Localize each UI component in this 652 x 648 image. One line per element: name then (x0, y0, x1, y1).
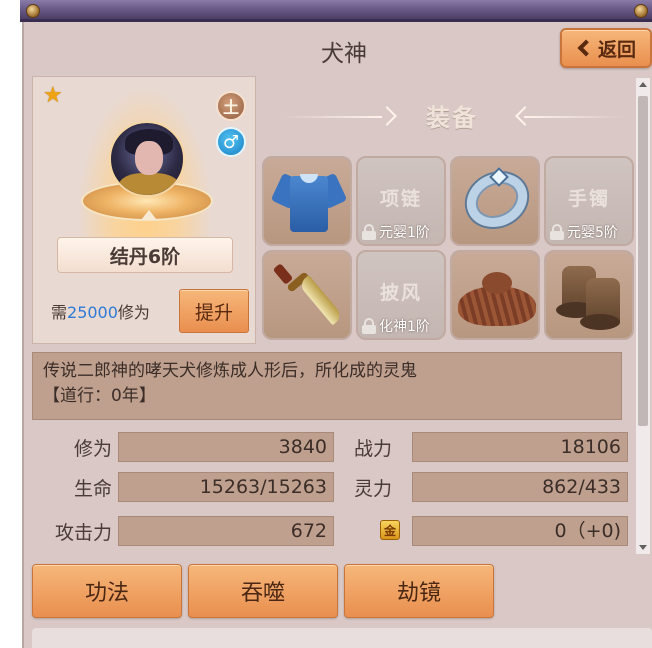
bracelet-placeholder: 手镯 (567, 188, 610, 210)
equip-slot-ring[interactable] (450, 156, 540, 246)
equip-slot-boots[interactable] (544, 250, 634, 340)
power-label: 战力 (354, 438, 393, 460)
spirit-value: 862/433 (412, 472, 628, 502)
lock-icon (362, 318, 376, 334)
spirit-label: 灵力 (354, 478, 393, 500)
upgrade-cost-text: 需25000修为 (51, 303, 150, 322)
back-button[interactable]: 返回 (560, 28, 652, 68)
equipment-title: 装备 (426, 104, 478, 132)
upgrade-row: 需25000修为 提升 (33, 289, 257, 333)
power-value: 18106 (412, 432, 628, 462)
equipment-grid: 项链 元婴1阶 手镯 元婴5阶 披风 化神1阶 (262, 156, 634, 344)
stat-row: 战力 18106 (32, 432, 632, 462)
star-icon: ★ (43, 83, 63, 108)
rod-end-left (26, 4, 40, 18)
boots-icon (552, 262, 630, 332)
lock-requirement: 元婴1阶 (362, 222, 430, 242)
shirt-icon (270, 170, 348, 234)
scroll-thumb[interactable] (638, 96, 648, 426)
necklace-placeholder: 项链 (379, 188, 422, 210)
pedestal-tip (141, 210, 157, 220)
chevron-left-icon (577, 39, 595, 57)
daoxing-text: 【道行：0年】 (43, 386, 156, 406)
lock-requirement: 元婴5阶 (550, 222, 618, 242)
scroll-up-icon[interactable] (639, 82, 647, 87)
technique-button[interactable]: 功法 (32, 564, 182, 618)
arrow-right-icon (377, 106, 397, 126)
equip-slot-shirt[interactable] (262, 156, 352, 246)
devour-button[interactable]: 吞噬 (188, 564, 338, 618)
gold-icon: 金 (380, 520, 400, 540)
equip-slot-bracelet[interactable]: 手镯 元婴5阶 (544, 156, 634, 246)
male-icon: ♂ (216, 127, 246, 157)
equip-slot-cloak[interactable]: 披风 化神1阶 (356, 250, 446, 340)
upgrade-button[interactable]: 提升 (179, 289, 249, 333)
sword-icon (272, 263, 344, 330)
element-earth-icon: 土 (216, 91, 246, 121)
equipment-header: 装备 (262, 90, 632, 140)
content-area[interactable]: ★ 土 ♂ 结丹6阶 需25000修为 提升 装备 项链 元婴1阶 手镯 元婴5… (32, 76, 634, 554)
description-box: 传说二郎神的哮天犬修炼成人形后，所化成的灵鬼 【道行：0年】 (32, 352, 622, 420)
character-panel: 犬神 返回 ★ 土 ♂ 结丹6阶 需25000修为 提升 装备 项链 元婴1阶 … (22, 22, 652, 648)
equip-slot-weapon[interactable] (262, 250, 352, 340)
equip-slot-hat[interactable] (450, 250, 540, 340)
top-scroll-rod (20, 0, 652, 22)
vertical-scrollbar[interactable] (636, 78, 650, 554)
bottom-panel-edge (32, 628, 652, 648)
lock-icon (550, 224, 564, 240)
tribulation-mirror-button[interactable]: 劫镜 (344, 564, 494, 618)
stat-row: 金 0（+0) (32, 516, 632, 546)
upgrade-cost-value: 25000 (67, 303, 118, 322)
stat-row: 灵力 862/433 (32, 472, 632, 502)
character-card: ★ 土 ♂ 结丹6阶 需25000修为 提升 (32, 76, 256, 344)
lock-icon (362, 224, 376, 240)
equip-slot-necklace[interactable]: 项链 元婴1阶 (356, 156, 446, 246)
avatar[interactable] (109, 121, 185, 197)
gold-value: 0（+0) (412, 516, 628, 546)
hat-icon (458, 272, 536, 328)
description-text: 传说二郎神的哮天犬修炼成人形后，所化成的灵鬼 (43, 361, 417, 381)
realm-label: 结丹6阶 (57, 237, 233, 273)
scroll-down-icon[interactable] (639, 545, 647, 550)
cloak-placeholder: 披风 (379, 282, 422, 304)
page-title: 犬神 (321, 41, 367, 67)
lock-requirement: 化神1阶 (362, 316, 430, 336)
back-button-label: 返回 (597, 38, 636, 61)
rod-end-right (634, 4, 648, 18)
